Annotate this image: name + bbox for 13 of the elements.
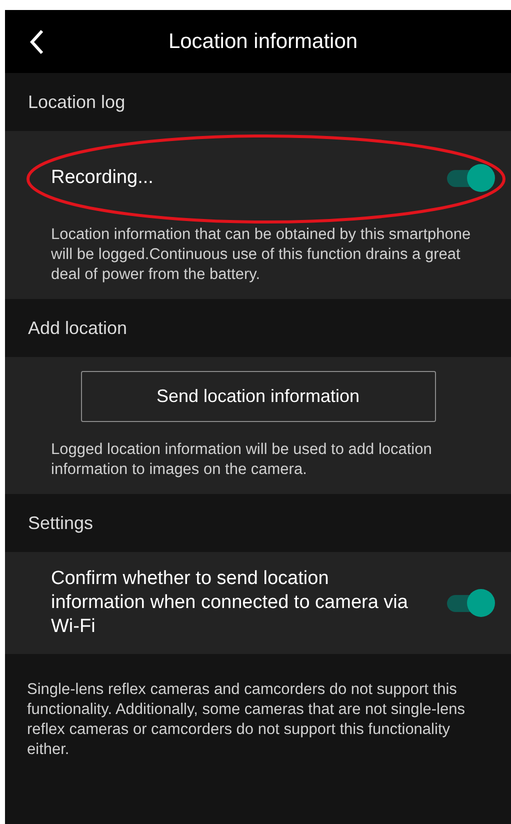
toggle-label: Confirm whether to send location information when connected to camera via Wi-Fi bbox=[51, 567, 409, 639]
toggle-switch[interactable] bbox=[445, 588, 495, 618]
section-header: Location log bbox=[28, 90, 126, 114]
screen-title: Location information bbox=[168, 28, 358, 55]
section-header: Add location bbox=[28, 316, 128, 340]
toggle-switch[interactable] bbox=[445, 163, 495, 193]
send-location-button[interactable]: Send location information bbox=[80, 371, 436, 422]
footnote-text: Single-lens reflex cameras and camcorders do not support this functionality. Additionally, some cameras that are not single-lens reflex cameras or camcorders do not support this functionality either. bbox=[26, 680, 466, 760]
description-text: Location information that can be obtained by this smartphone will be logged.Continuous use of this function drains a great deal of power from the battery. bbox=[51, 225, 472, 285]
description-text: Logged location information will be used to add location information to images on the camera. bbox=[51, 440, 433, 480]
section-header: Settings bbox=[28, 512, 94, 535]
toggle-label: Recording... bbox=[51, 166, 154, 190]
back-icon[interactable] bbox=[29, 28, 45, 54]
